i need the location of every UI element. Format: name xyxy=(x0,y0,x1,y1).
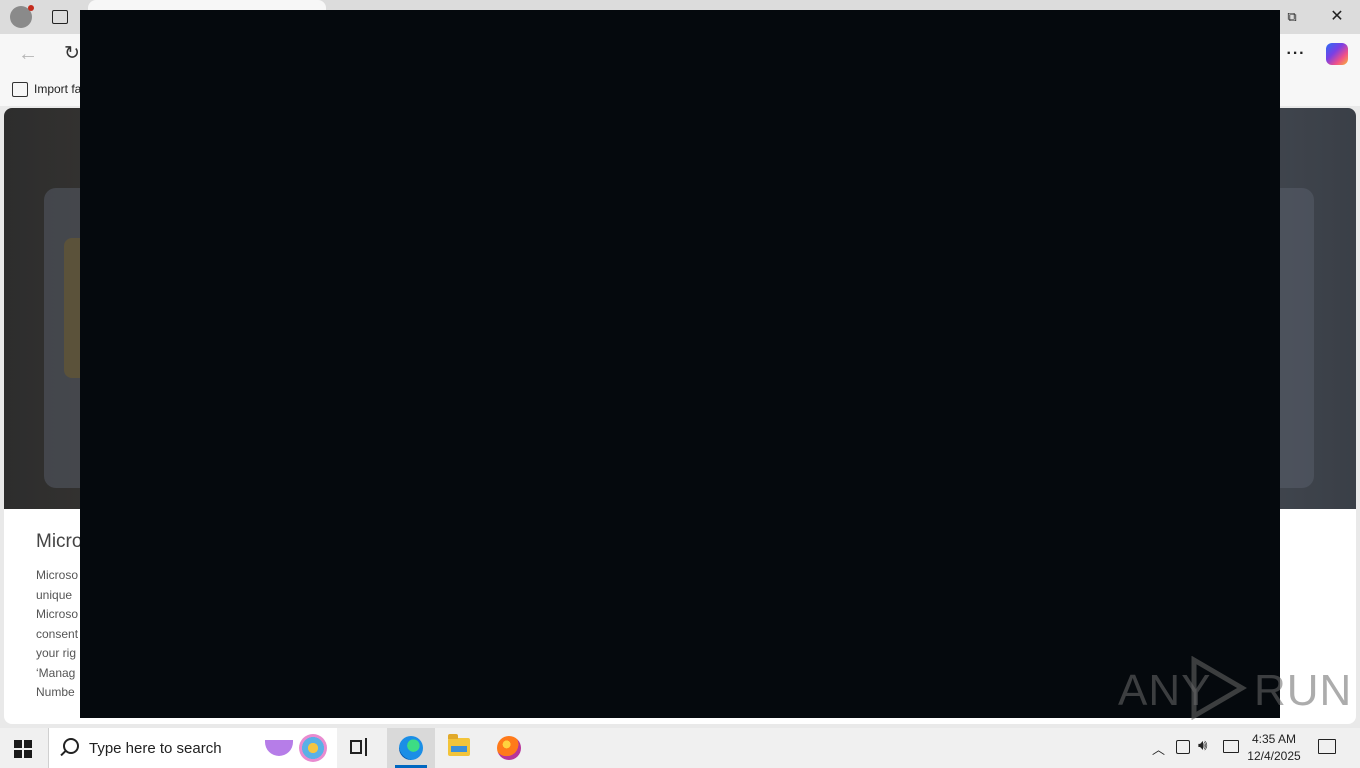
clock-date[interactable]: 12/4/2025 xyxy=(1244,749,1304,763)
more-icon[interactable]: ··· xyxy=(1284,42,1308,66)
profile-icon[interactable] xyxy=(10,5,34,28)
import-favorites-icon[interactable] xyxy=(12,82,28,97)
file-explorer-icon[interactable] xyxy=(448,734,470,756)
notifications-icon[interactable] xyxy=(1318,739,1336,754)
copilot-icon[interactable] xyxy=(1326,43,1348,65)
firefox-icon[interactable] xyxy=(497,736,521,760)
play-icon xyxy=(1191,656,1247,720)
close-window-button[interactable]: ✕ xyxy=(1328,8,1346,26)
taskbar-edge-button[interactable] xyxy=(387,728,435,768)
volume-icon[interactable]: 🔊︎ xyxy=(1198,737,1207,754)
taskbar-search-box[interactable]: Type here to search xyxy=(48,728,337,768)
black-overlay[interactable] xyxy=(80,10,1280,718)
windows-start-icon[interactable] xyxy=(14,740,32,758)
restore-window-button[interactable]: ⧉ xyxy=(1284,9,1300,25)
search-icon xyxy=(63,738,79,754)
diya-lamp-icon xyxy=(265,740,293,756)
search-placeholder: Type here to search xyxy=(89,740,222,757)
back-icon[interactable]: ← xyxy=(16,42,40,66)
tab-actions-icon[interactable] xyxy=(52,10,68,24)
import-favorites-link[interactable]: Import fa xyxy=(34,82,81,96)
edge-icon xyxy=(399,736,423,760)
watermark-run: RUN xyxy=(1254,666,1353,715)
article-title: Micro xyxy=(36,531,83,552)
task-view-icon[interactable] xyxy=(350,738,370,758)
taskbar: Type here to search ︿ 🔊︎ 4:35 AM 12/4/20… xyxy=(0,728,1360,768)
rangoli-icon xyxy=(299,734,327,762)
clock-time[interactable]: 4:35 AM xyxy=(1244,732,1304,746)
tray-chevron-icon[interactable]: ︿ xyxy=(1152,739,1165,758)
network-icon[interactable] xyxy=(1223,740,1239,753)
meet-now-icon[interactable] xyxy=(1176,740,1190,754)
